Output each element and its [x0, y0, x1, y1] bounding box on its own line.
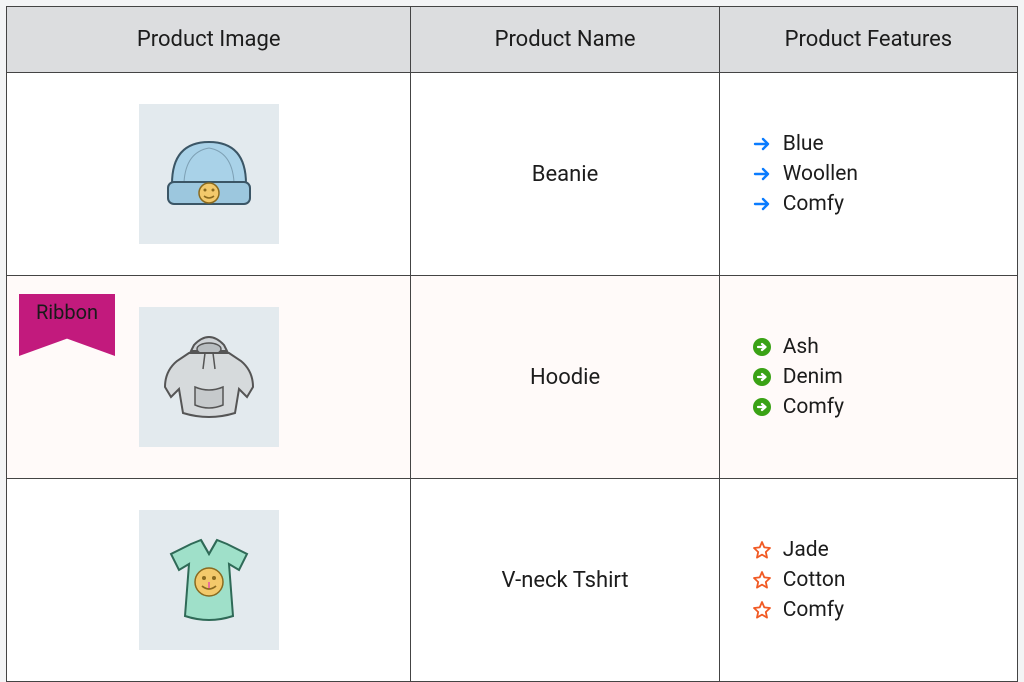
- product-features-cell: Blue Woollen Comfy: [719, 73, 1017, 276]
- feature-label: Comfy: [783, 395, 844, 419]
- table-row: Beanie Blue Woollen: [7, 73, 1018, 276]
- feature-list: Blue Woollen Comfy: [721, 129, 1016, 219]
- circle-arrow-icon: [751, 396, 773, 418]
- feature-label: Cotton: [783, 568, 846, 592]
- vneck-tshirt-illustration: [149, 520, 269, 640]
- product-image-cell: [7, 73, 411, 276]
- star-outline-icon: [751, 539, 773, 561]
- product-name-cell: Beanie: [411, 73, 719, 276]
- table-row: V-neck Tshirt Jade Cotton: [7, 479, 1018, 682]
- list-item: Ash: [751, 332, 1016, 362]
- arrow-right-icon: [751, 163, 773, 185]
- product-name-cell: V-neck Tshirt: [411, 479, 719, 682]
- table-header-row: Product Image Product Name Product Featu…: [7, 7, 1018, 73]
- header-image: Product Image: [7, 7, 411, 73]
- list-item: Blue: [751, 129, 1016, 159]
- feature-label: Comfy: [783, 598, 844, 622]
- product-image-cell: Ribbon: [7, 276, 411, 479]
- feature-list: Jade Cotton Comfy: [721, 535, 1016, 625]
- feature-label: Ash: [783, 335, 819, 359]
- feature-label: Jade: [783, 538, 829, 562]
- list-item: Jade: [751, 535, 1016, 565]
- arrow-right-icon: [751, 133, 773, 155]
- product-name-cell: Hoodie: [411, 276, 719, 479]
- table-row: Ribbon Hoodie: [7, 276, 1018, 479]
- arrow-right-icon: [751, 193, 773, 215]
- list-item: Denim: [751, 362, 1016, 392]
- header-features: Product Features: [719, 7, 1017, 73]
- list-item: Comfy: [751, 392, 1016, 422]
- product-image: [139, 307, 279, 447]
- feature-label: Denim: [783, 365, 843, 389]
- list-item: Comfy: [751, 595, 1016, 625]
- product-image: [139, 104, 279, 244]
- feature-label: Woollen: [783, 162, 858, 186]
- product-image-cell: [7, 479, 411, 682]
- product-features-cell: Jade Cotton Comfy: [719, 479, 1017, 682]
- beanie-illustration: [154, 124, 264, 224]
- header-name: Product Name: [411, 7, 719, 73]
- product-image: [139, 510, 279, 650]
- product-table: Product Image Product Name Product Featu…: [6, 6, 1018, 682]
- list-item: Woollen: [751, 159, 1016, 189]
- feature-list: Ash Denim Comfy: [721, 332, 1016, 422]
- list-item: Cotton: [751, 565, 1016, 595]
- star-outline-icon: [751, 599, 773, 621]
- list-item: Comfy: [751, 189, 1016, 219]
- product-features-cell: Ash Denim Comfy: [719, 276, 1017, 479]
- circle-arrow-icon: [751, 336, 773, 358]
- feature-label: Blue: [783, 132, 824, 156]
- feature-label: Comfy: [783, 192, 844, 216]
- circle-arrow-icon: [751, 366, 773, 388]
- hoodie-illustration: [149, 317, 269, 437]
- star-outline-icon: [751, 569, 773, 591]
